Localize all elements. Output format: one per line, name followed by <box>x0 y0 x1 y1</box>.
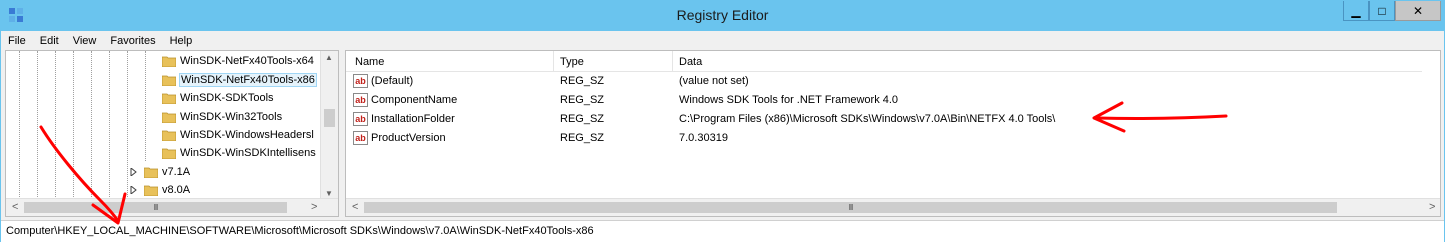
tree-item-winsdk-sdktools[interactable]: WinSDK-SDKTools <box>162 89 274 107</box>
tree-item-label: v7.1A <box>162 166 191 178</box>
value-row[interactable]: ab ProductVersion REG_SZ 7.0.30319 <box>346 129 1422 148</box>
tree-item-winsdk-winsdkintellisense[interactable]: WinSDK-WinSDKIntellisens <box>162 144 316 162</box>
tree-item-v8-0a[interactable]: v8.0A <box>144 181 190 199</box>
folder-icon <box>162 93 176 104</box>
menu-edit[interactable]: Edit <box>33 35 66 47</box>
folder-icon <box>162 130 176 141</box>
tree-item-winsdk-netfx40tools-x86[interactable]: WinSDK-NetFx40Tools-x86 <box>162 71 317 89</box>
column-header: Name Type Data <box>346 51 1422 72</box>
tree-item-winsdk-netfx40tools-x64[interactable]: WinSDK-NetFx40Tools-x64 <box>162 52 314 70</box>
value-data: Windows SDK Tools for .NET Framework 4.0 <box>679 94 899 106</box>
tree-guide-line <box>37 51 38 201</box>
scroll-right-icon[interactable]: > <box>1429 201 1435 213</box>
folder-icon <box>162 56 176 67</box>
value-name: ProductVersion <box>371 132 446 144</box>
tree-item-label: v8.0A <box>162 184 191 196</box>
column-data-header[interactable]: Data <box>679 56 702 68</box>
grip-icon: III <box>153 203 159 212</box>
menu-bar: File Edit View Favorites Help <box>1 31 1444 50</box>
folder-icon <box>162 148 176 159</box>
scroll-left-icon[interactable]: < <box>12 201 18 213</box>
value-type: REG_SZ <box>560 113 605 125</box>
folder-icon <box>144 185 158 196</box>
menu-help[interactable]: Help <box>163 35 200 47</box>
string-value-icon: ab <box>353 131 368 145</box>
column-name-header[interactable]: Name <box>355 56 384 68</box>
string-value-icon: ab <box>353 93 368 107</box>
tree-item-winsdk-windowsheaders[interactable]: WinSDK-WindowsHeadersl <box>162 126 314 144</box>
scroll-left-icon[interactable]: < <box>352 201 358 213</box>
close-icon: ✕ <box>1412 3 1424 18</box>
status-bar: Computer\HKEY_LOCAL_MACHINE\SOFTWARE\Mic… <box>1 220 1444 242</box>
grip-icon: III <box>848 203 854 212</box>
folder-open-icon <box>162 75 176 86</box>
tree-item-winsdk-win32tools[interactable]: WinSDK-Win32Tools <box>162 108 282 126</box>
minimize-icon: ▁ <box>1351 3 1361 18</box>
close-button[interactable]: ✕ <box>1395 1 1441 21</box>
values-horizontal-scrollbar[interactable]: < III > <box>346 198 1440 216</box>
column-divider[interactable] <box>553 51 554 71</box>
values-pane[interactable]: Name Type Data ab (Default) REG_SZ (valu… <box>345 50 1441 217</box>
value-data: 7.0.30319 <box>679 132 728 144</box>
minimize-button[interactable]: ▁ <box>1343 1 1369 21</box>
tree-item-label: WinSDK-NetFx40Tools-x86 <box>179 73 317 87</box>
value-type: REG_SZ <box>560 94 605 106</box>
maximize-icon: □ <box>1378 3 1386 18</box>
value-type: REG_SZ <box>560 132 605 144</box>
expand-arrow-icon[interactable] <box>130 186 138 194</box>
scroll-thumb[interactable]: III <box>24 202 287 213</box>
tree-guide-line <box>109 51 110 201</box>
maximize-button[interactable]: □ <box>1369 1 1395 21</box>
scroll-right-icon[interactable]: > <box>311 201 317 213</box>
value-type: REG_SZ <box>560 75 605 87</box>
tree-item-label: WinSDK-NetFx40Tools-x64 <box>180 55 314 67</box>
key-path: Computer\HKEY_LOCAL_MACHINE\SOFTWARE\Mic… <box>6 225 594 237</box>
value-name: (Default) <box>371 75 414 87</box>
scroll-thumb[interactable]: III <box>364 202 1337 213</box>
column-divider[interactable] <box>672 51 673 71</box>
key-tree-pane[interactable]: WinSDK-NetFx40Tools-x64 WinSDK-NetFx40To… <box>5 50 339 217</box>
string-value-icon: ab <box>353 74 368 88</box>
value-data: C:\Program Files (x86)\Microsoft SDKs\Wi… <box>679 113 1056 125</box>
tree-item-v7-1a[interactable]: v7.1A <box>144 163 190 181</box>
menu-view[interactable]: View <box>66 35 104 47</box>
scroll-up-icon[interactable]: ▲ <box>325 53 333 62</box>
tree-item-label: WinSDK-Win32Tools <box>180 111 283 123</box>
value-name: ComponentName <box>371 94 458 106</box>
value-row[interactable]: ab (Default) REG_SZ (value not set) <box>346 72 1422 91</box>
tree-item-label: WinSDK-WinSDKIntellisens <box>180 147 316 159</box>
value-row[interactable]: ab ComponentName REG_SZ Windows SDK Tool… <box>346 91 1422 110</box>
scroll-thumb[interactable] <box>324 109 335 127</box>
tree-vertical-scrollbar[interactable]: ▲ ▼ <box>320 51 338 201</box>
window-title: Registry Editor <box>676 7 769 23</box>
tree-horizontal-scrollbar[interactable]: < III > <box>6 198 338 216</box>
folder-icon <box>144 167 158 178</box>
scroll-down-icon[interactable]: ▼ <box>325 189 333 198</box>
tree-guide-line <box>55 51 56 201</box>
string-value-icon: ab <box>353 112 368 126</box>
value-name: InstallationFolder <box>371 113 455 125</box>
column-type-header[interactable]: Type <box>560 56 584 68</box>
tree-guide-line <box>127 51 128 201</box>
tree-guide-line <box>19 51 20 201</box>
expand-arrow-icon[interactable] <box>130 168 138 176</box>
value-row[interactable]: ab InstallationFolder REG_SZ C:\Program … <box>346 110 1422 129</box>
menu-favorites[interactable]: Favorites <box>103 35 162 47</box>
title-bar: Registry Editor ▁ □ ✕ <box>0 0 1445 31</box>
tree-guide-line <box>91 51 92 201</box>
tree-item-label: WinSDK-WindowsHeadersl <box>180 129 314 141</box>
client-area: WinSDK-NetFx40Tools-x64 WinSDK-NetFx40To… <box>1 50 1444 220</box>
value-data: (value not set) <box>679 75 749 87</box>
tree-guide-line <box>145 51 146 161</box>
folder-icon <box>162 112 176 123</box>
tree-item-label: WinSDK-SDKTools <box>180 92 274 104</box>
menu-file[interactable]: File <box>1 35 33 47</box>
tree-guide-line <box>73 51 74 201</box>
